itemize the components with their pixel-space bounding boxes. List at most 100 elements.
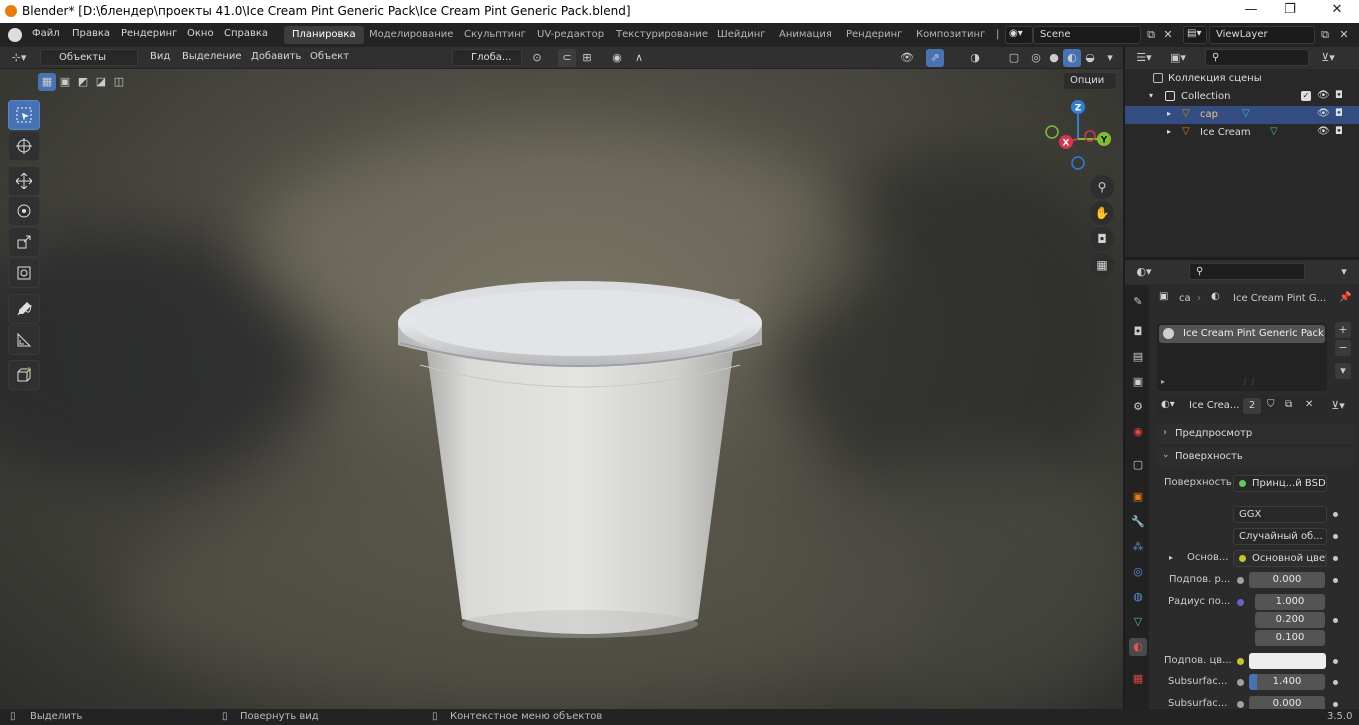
shading-rendered-icon[interactable]: ◒ [1081, 49, 1099, 67]
3d-viewport[interactable]: ▦ ▣ ◩ ◪ ◫ Опции Z Y X ⚲ ✋ ◘ ▦ [0, 69, 1123, 709]
tab-layout[interactable]: Планировка [284, 26, 364, 44]
viewlayer-selector[interactable]: ViewLayer [1209, 26, 1315, 44]
select-extend-icon[interactable]: ▣ [56, 73, 74, 91]
viewlayer-icon[interactable]: ▤▾ [1183, 26, 1207, 44]
measure-tool[interactable] [8, 325, 40, 355]
collection-tab-icon[interactable]: ▢ [1129, 456, 1147, 474]
perspective-grid-icon[interactable]: ▦ [1090, 253, 1114, 277]
minimize-button[interactable]: — [1236, 2, 1266, 20]
snap-icon[interactable]: ⊂ [558, 49, 576, 67]
properties-editor-icon[interactable]: ◐▾ [1135, 263, 1153, 281]
filter-icon[interactable]: ⊻▾ [1319, 49, 1337, 67]
viewport-menu-view[interactable]: Вид [150, 51, 170, 62]
list-expand-icon[interactable]: ▸ [1161, 377, 1165, 386]
keyframe-dot[interactable] [1333, 578, 1338, 583]
subsurface-weight-field[interactable]: 0.000 [1249, 572, 1325, 588]
hide-eye-icon[interactable]: 👁 [1317, 90, 1330, 101]
keyframe-dot[interactable] [1333, 618, 1338, 623]
shading-solid-icon[interactable]: ● [1045, 49, 1063, 67]
tab-rendering[interactable]: Рендеринг [838, 26, 910, 44]
hide-eye-icon[interactable]: 👁 [1317, 108, 1330, 119]
subsurface-color-swatch[interactable] [1249, 653, 1326, 669]
viewport-menu-object[interactable]: Объект [310, 51, 349, 62]
menu-render[interactable]: Рендеринг [121, 28, 177, 39]
render-tab-icon[interactable]: ◘ [1129, 323, 1147, 341]
subsurface-method-dropdown[interactable]: Случайный об... [1233, 528, 1327, 545]
constraints-tab-icon[interactable]: ◍ [1129, 588, 1147, 606]
outliner-search-input[interactable]: ⚲ [1205, 49, 1309, 66]
shading-material-icon[interactable]: ◐ [1063, 49, 1081, 67]
material-datablock[interactable]: ◐▾ Ice Crea... 2 ⛉ ⧉ ✕ [1157, 397, 1327, 415]
blender-menu-icon[interactable] [8, 28, 22, 42]
menu-window[interactable]: Окно [187, 28, 214, 39]
visibility-icon[interactable]: 👁 [898, 49, 916, 67]
tab-sculpting[interactable]: Скульптинг [456, 26, 534, 44]
tab-modeling[interactable]: Моделирование [361, 26, 461, 44]
transform-orientation[interactable]: Глоба... [452, 49, 522, 66]
tab-animation[interactable]: Анимация [771, 26, 840, 44]
pivot-point-icon[interactable]: ⊙ [528, 49, 546, 67]
base-color-link-field[interactable]: Основной цвет [1233, 550, 1327, 567]
mode-selector[interactable]: Объекты [40, 49, 138, 66]
ice-cream-pint-model[interactable] [380, 219, 800, 649]
keyframe-dot[interactable] [1333, 680, 1338, 685]
tab-compositing[interactable]: Композитинг [908, 26, 993, 44]
tab-texture-paint[interactable]: Текстурирование [608, 26, 716, 44]
proportional-edit-icon[interactable]: ◉ [608, 49, 626, 67]
keyframe-dot[interactable] [1333, 512, 1338, 517]
collection-row[interactable]: ▾ Collection ✓ 👁 ◘ [1125, 88, 1359, 106]
editor-type-icon[interactable]: ⊹▾ [10, 49, 28, 67]
menu-file[interactable]: Файл [32, 28, 60, 39]
object-tab-icon[interactable]: ▣ [1129, 488, 1147, 506]
material-tab-icon[interactable]: ◐ [1129, 638, 1147, 656]
render-camera-icon[interactable]: ◘ [1335, 126, 1343, 137]
expand-icon[interactable]: ▸ [1167, 127, 1171, 136]
add-slot-icon[interactable]: + [1335, 322, 1351, 338]
fake-user-icon[interactable]: ⛉ [1267, 399, 1275, 410]
subsurface-ior-field[interactable]: 1.400 [1249, 674, 1325, 690]
render-camera-icon[interactable]: ◘ [1335, 90, 1343, 101]
scene-tab-icon[interactable]: ⚙ [1129, 398, 1147, 416]
annotate-tool[interactable] [8, 294, 40, 324]
data-tab-icon[interactable]: ▽ [1129, 613, 1147, 631]
subsurface-radius-z[interactable]: 0.100 [1255, 630, 1325, 646]
world-tab-icon[interactable]: ◉ [1129, 423, 1147, 441]
duplicate-material-icon[interactable]: ⧉ [1285, 399, 1292, 410]
tab-shading[interactable]: Шейдинг [709, 26, 774, 44]
outliner-row-cap[interactable]: ▸ ▽ cap ▽ 👁 ◘ [1125, 106, 1359, 124]
material-name[interactable]: Ice Crea... [1189, 400, 1239, 411]
subsurface-radius-y[interactable]: 0.200 [1255, 612, 1325, 628]
camera-icon[interactable]: ◘ [1090, 227, 1114, 251]
cursor-tool[interactable] [8, 131, 40, 161]
browse-material-icon[interactable]: ◐▾ [1161, 399, 1175, 410]
viewport-menu-add[interactable]: Добавить [251, 51, 301, 62]
mesh-data-icon[interactable]: ▽ [1270, 126, 1278, 137]
physics-tab-icon[interactable]: ◎ [1129, 563, 1147, 581]
tab-uv-editing[interactable]: UV-редактор [529, 26, 612, 44]
scene-type-icon[interactable]: ◉▾ [1005, 26, 1033, 44]
close-window-button[interactable]: ✕ [1322, 2, 1352, 20]
transform-tool[interactable] [8, 258, 40, 288]
scene-collection-row[interactable]: Коллекция сцены [1125, 70, 1359, 88]
pin-icon[interactable]: 📌 [1339, 292, 1351, 303]
resize-grip-icon[interactable]: ⋮⋮ [1241, 377, 1257, 386]
pan-hand-icon[interactable]: ✋ [1090, 201, 1114, 225]
properties-search-input[interactable]: ⚲ [1189, 263, 1305, 280]
keyframe-dot[interactable] [1333, 556, 1338, 561]
distribution-dropdown[interactable]: GGX [1233, 506, 1327, 523]
outliner-editor-icon[interactable]: ☰▾ [1135, 49, 1153, 67]
scene-selector[interactable]: Scene [1033, 26, 1141, 44]
select-new-icon[interactable]: ▦ [38, 73, 56, 91]
display-mode-icon[interactable]: ▣▾ [1169, 49, 1187, 67]
select-intersect-icon[interactable]: ◫ [110, 73, 128, 91]
modifiers-tab-icon[interactable]: 🔧 [1129, 513, 1147, 531]
output-tab-icon[interactable]: ▤ [1129, 348, 1147, 366]
new-viewlayer-icon[interactable]: ⧉ [1316, 26, 1334, 44]
xray-icon[interactable]: ▢ [1005, 49, 1023, 67]
material-slot-row[interactable]: Ice Cream Pint Generic Pack [1159, 325, 1325, 343]
gizmo-toggle-icon[interactable]: ⇗ [926, 49, 944, 67]
shading-options-icon[interactable]: ▾ [1101, 49, 1119, 67]
move-tool[interactable] [8, 166, 40, 196]
exclude-checkbox[interactable]: ✓ [1301, 91, 1311, 101]
menu-help[interactable]: Справка [224, 28, 268, 39]
